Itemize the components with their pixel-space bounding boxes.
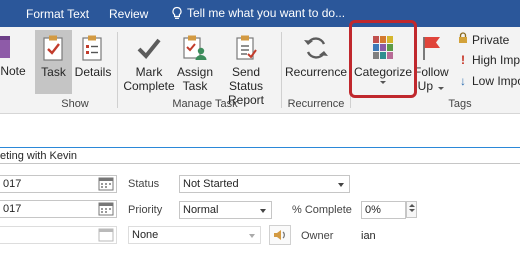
reminder-time-dropdown[interactable]: None <box>128 226 261 244</box>
details-clipboard-icon <box>82 35 102 61</box>
down-arrow-icon: ↓ <box>460 74 466 88</box>
subject-field[interactable]: eting with Kevin <box>0 147 520 164</box>
note-icon <box>0 36 10 58</box>
task-label: Task <box>41 65 66 79</box>
start-date-value: 017 <box>3 178 22 190</box>
group-label-recurrence: Recurrence <box>287 98 345 110</box>
details-view-button[interactable]: Details <box>74 34 112 94</box>
due-date-field[interactable]: 017 <box>0 200 117 218</box>
stepper-down-icon[interactable] <box>408 209 415 212</box>
group-label-manage-task: Manage Task <box>172 98 238 110</box>
lock-icon <box>457 32 469 47</box>
task-clipboard-icon <box>42 35 63 61</box>
status-dropdown[interactable]: Not Started <box>179 175 350 193</box>
percent-complete-label: % Complete <box>292 204 352 216</box>
group-label-tags: Tags <box>448 98 472 110</box>
group-separator <box>281 32 282 108</box>
tab-review[interactable]: Review <box>109 7 148 21</box>
chevron-down-icon <box>260 209 266 213</box>
status-value: Not Started <box>183 178 239 190</box>
percent-complete-value: 0% <box>365 204 381 216</box>
follow-up-button[interactable]: Follow Up <box>414 34 449 96</box>
chevron-down-icon <box>249 234 255 238</box>
follow-up-label-line1: Follow <box>414 65 449 79</box>
mark-complete-button[interactable]: Mark Complete <box>121 34 177 94</box>
reminder-sound-button[interactable] <box>269 225 291 245</box>
send-status-report-button[interactable]: Send Status Report <box>214 34 278 107</box>
details-label: Details <box>74 65 112 79</box>
assign-task-label-line1: Assign <box>176 65 214 79</box>
status-report-icon <box>236 35 257 60</box>
speaker-icon <box>274 230 285 240</box>
note-label: Note <box>0 64 26 78</box>
chevron-down-icon <box>338 183 344 187</box>
owner-value: ian <box>361 230 376 242</box>
group-separator <box>117 32 118 108</box>
task-window: Format Text Review Tell me what you want… <box>0 0 520 277</box>
follow-up-label-line2: Up <box>417 79 433 93</box>
ribbon-tabs-bar: Format Text Review Tell me what you want… <box>0 0 520 27</box>
calendar-icon[interactable] <box>98 177 114 191</box>
reminder-value: None <box>132 229 159 241</box>
priority-label: Priority <box>128 204 163 216</box>
recurrence-label: Recurrence <box>284 65 348 79</box>
assign-task-button[interactable]: Assign Task <box>176 34 214 94</box>
reminder-date-field[interactable] <box>0 226 117 244</box>
checkmark-icon <box>137 38 161 59</box>
priority-value: Normal <box>183 204 219 216</box>
tell-me-box[interactable]: Tell me what you want to do... <box>170 6 345 20</box>
stepper-up-icon[interactable] <box>408 204 415 207</box>
note-button[interactable]: Note <box>0 33 26 93</box>
start-date-field[interactable]: 017 <box>0 175 117 193</box>
tab-format-text[interactable]: Format Text <box>26 7 89 21</box>
exclamation-icon: ! <box>461 53 465 67</box>
categorize-highlight-box <box>349 20 417 98</box>
ribbon: Note Task Details Show Mark Complete Ass… <box>0 27 520 114</box>
owner-label: Owner <box>301 230 334 242</box>
assign-task-label-line2: Task <box>182 79 208 93</box>
private-button[interactable]: Private <box>457 32 509 47</box>
calendar-icon[interactable] <box>98 202 114 216</box>
follow-up-flag-icon <box>423 37 440 60</box>
due-date-value: 017 <box>3 203 22 215</box>
recurrence-button[interactable]: Recurrence <box>284 34 348 94</box>
mark-complete-label-line2: Complete <box>123 79 175 93</box>
mark-complete-label-line1: Mark <box>135 65 163 79</box>
tell-me-text: Tell me what you want to do... <box>187 6 346 20</box>
private-label: Private <box>472 33 510 47</box>
high-importance-label: High Impo <box>472 53 520 67</box>
assign-task-icon <box>183 35 207 60</box>
send-status-report-label-line1: Send Status <box>228 65 264 93</box>
chevron-down-icon <box>438 87 445 90</box>
subject-text: eting with Kevin <box>0 150 78 162</box>
percent-stepper[interactable] <box>406 201 417 218</box>
priority-dropdown[interactable]: Normal <box>179 201 272 219</box>
status-label: Status <box>128 178 160 190</box>
task-view-button[interactable]: Task <box>35 30 72 94</box>
high-importance-button[interactable]: ! High Impo <box>457 53 520 67</box>
low-importance-label: Low Impo <box>472 74 520 88</box>
recurrence-icon <box>304 37 328 59</box>
lightbulb-icon <box>172 6 182 19</box>
percent-complete-input[interactable]: 0% <box>361 201 406 219</box>
group-label-show: Show <box>61 98 89 110</box>
calendar-icon[interactable] <box>98 228 114 242</box>
low-importance-button[interactable]: ↓ Low Impo <box>457 74 520 88</box>
